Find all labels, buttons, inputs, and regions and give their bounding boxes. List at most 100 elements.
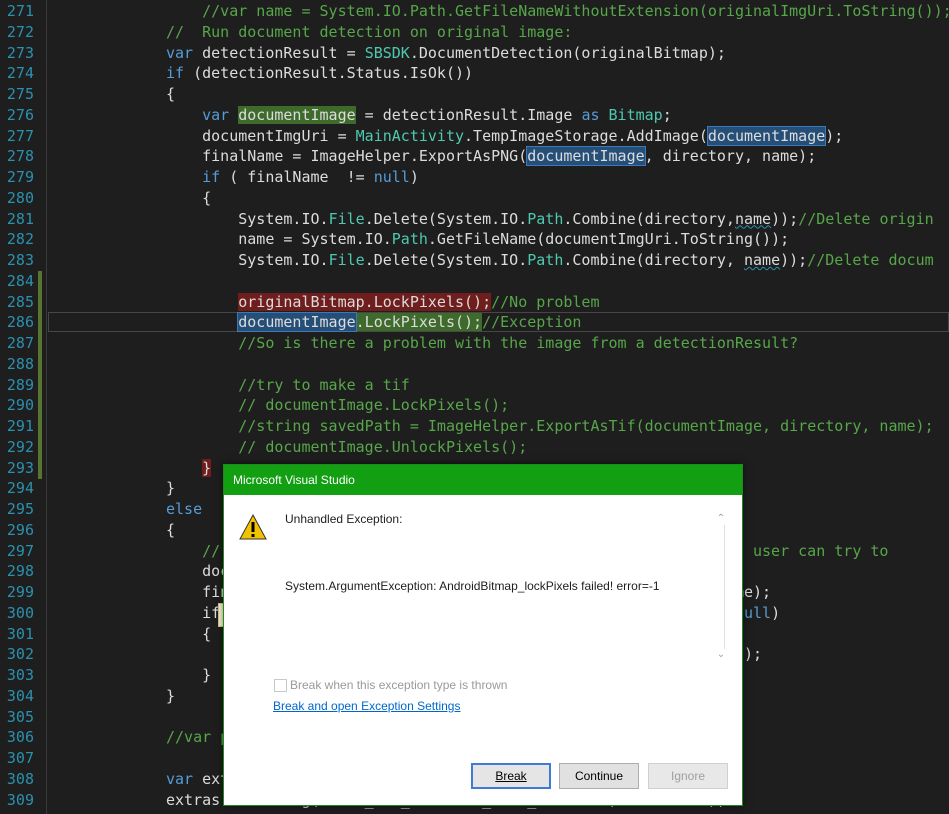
code-line[interactable]: 282 name = System.IO.Path.GetFileName(do… [0, 229, 949, 250]
line-number: 288 [6, 354, 34, 373]
line-number: 301 [6, 624, 34, 643]
code-token: )); [780, 251, 808, 269]
code-token: originalBitmap.LockPixels(); [238, 292, 492, 311]
code-text: // documentImage.UnlockPixels(); [166, 437, 527, 458]
code-token: documentImage [238, 105, 356, 124]
code-token: .DocumentDetection(originalBitmap); [409, 43, 726, 62]
code-token: File [328, 251, 365, 269]
code-token: documentImage [706, 125, 827, 146]
code-token: .TempImageStorage.AddImage( [464, 126, 708, 145]
code-line[interactable]: 286 documentImage.LockPixels();//Excepti… [0, 312, 949, 333]
code-line[interactable]: 283 System.IO.File.Delete(System.IO.Path… [0, 250, 949, 271]
continue-button[interactable]: Continue [559, 763, 639, 789]
code-token: name [744, 251, 781, 269]
code-text: System.IO.File.Delete(System.IO.Path.Com… [166, 209, 934, 230]
code-line[interactable]: 287 //So is there a problem with the ima… [0, 333, 949, 354]
code-line[interactable]: 284 [0, 271, 949, 292]
code-token: ) [771, 603, 781, 622]
code-token: = detectionResult.Image [355, 105, 582, 124]
code-token: name = System.IO. [166, 230, 392, 249]
code-token: .Combine(directory, [563, 209, 735, 228]
code-line[interactable]: 291 //string savedPath = ImageHelper.Exp… [0, 416, 949, 437]
line-number: 282 [6, 230, 34, 249]
break-when-thrown-label[interactable]: Break when this exception type is thrown [290, 678, 507, 692]
code-token: //try to make a tif [238, 375, 410, 394]
code-line[interactable]: 271 //var name = System.IO.Path.GetFileN… [0, 1, 949, 22]
code-token: doc [166, 562, 230, 581]
code-line[interactable]: 288 [0, 354, 949, 375]
code-token: documentImgUri = [166, 126, 356, 145]
code-line[interactable]: 273 var detectionResult = SBSDK.DocumentD… [0, 43, 949, 64]
code-token: .Delete(System.IO. [364, 209, 528, 228]
line-number: 271 [6, 2, 34, 20]
code-token: { [166, 188, 212, 207]
chevron-up-icon[interactable]: ⌃ [714, 513, 728, 524]
code-line[interactable]: 278 finalName = ImageHelper.ExportAsPNG(… [0, 146, 949, 167]
code-text: //So is there a problem with the image f… [166, 333, 798, 354]
code-token: var [202, 105, 230, 124]
chevron-down-icon[interactable]: ⌄ [714, 649, 728, 660]
code-token: ; [662, 105, 672, 124]
code-token: ( finalName != [220, 168, 374, 186]
line-number: 287 [6, 334, 34, 352]
code-line[interactable]: 292 // documentImage.UnlockPixels(); [0, 437, 949, 458]
continue-button-label: Continue [574, 769, 624, 783]
code-line[interactable]: 289 //try to make a tif [0, 375, 949, 396]
code-token: documentImage [526, 146, 646, 167]
code-text: //try to make a tif [166, 375, 410, 396]
code-token: // Run document detection on original im… [166, 22, 573, 41]
break-when-thrown-checkbox[interactable] [274, 679, 287, 692]
code-text: finalName = ImageHelper.ExportAsPNG(docu… [166, 146, 816, 167]
code-text: var ext [166, 769, 229, 790]
ignore-button[interactable]: Ignore [648, 763, 728, 789]
exception-header: Unhandled Exception: [285, 512, 403, 526]
code-line[interactable]: 276 var documentImage = detectionResult.… [0, 105, 949, 126]
code-token: System.IO. [166, 209, 329, 228]
code-token: (detectionResult.Status.IsOk()) [184, 64, 474, 83]
line-number: 274 [6, 64, 34, 83]
code-text: originalBitmap.LockPixels();//No problem [166, 292, 600, 313]
line-number: 309 [6, 790, 34, 809]
line-number: 302 [6, 645, 34, 664]
line-number: 275 [6, 85, 34, 103]
code-token: Path [391, 230, 428, 249]
code-line[interactable]: 272 // Run document detection on original… [0, 22, 949, 43]
code-line[interactable]: 285 originalBitmap.LockPixels();//No pro… [0, 292, 949, 313]
code-line[interactable]: 280 { [0, 188, 949, 209]
code-token: , directory, name); [644, 147, 817, 166]
code-text: var documentImage = detectionResult.Imag… [166, 105, 672, 126]
message-scrollbar[interactable] [714, 511, 728, 663]
code-text: } [166, 686, 175, 707]
code-line[interactable]: 275 { [0, 84, 949, 105]
code-text: else [166, 499, 202, 520]
code-text: // Run document detection on original im… [166, 22, 572, 43]
line-number: 291 [6, 417, 34, 435]
code-token: .Combine(directory, [563, 251, 744, 269]
exception-settings-link[interactable]: Break and open Exception Settings [273, 699, 460, 713]
code-token: var [166, 43, 194, 62]
code-token: //Exception [482, 313, 582, 332]
code-token: { [166, 624, 212, 643]
code-line[interactable]: 274 if (detectionResult.Status.IsOk()) [0, 63, 949, 84]
dialog-title: Microsoft Visual Studio [224, 465, 742, 495]
code-line[interactable]: 281 System.IO.File.Delete(System.IO.Path… [0, 209, 949, 230]
code-token: //var name = System.IO.Path.GetFileNameW… [202, 2, 949, 20]
code-token: } [166, 686, 176, 705]
code-line[interactable]: 277 documentImgUri = MainActivity.TempIm… [0, 125, 949, 147]
code-line[interactable]: 290 // documentImage.LockPixels(); [0, 395, 949, 416]
code-token: .Delete(System.IO. [364, 251, 528, 269]
scrollbar-track [724, 525, 725, 649]
code-token: //string savedPath = ImageHelper.ExportA… [238, 417, 934, 435]
exception-dialog: Microsoft Visual Studio Unhandled Except… [223, 464, 743, 806]
line-number: 297 [6, 541, 34, 560]
code-line[interactable]: 279 if ( finalName != null) [0, 167, 949, 188]
break-button[interactable]: Break [471, 763, 551, 789]
code-text: var detectionResult = SBSDK.DocumentDete… [166, 43, 726, 64]
code-text: { [166, 84, 175, 105]
code-token: //Delete origin [798, 209, 934, 228]
line-number: 300 [6, 603, 34, 622]
line-number: 286 [6, 313, 34, 332]
